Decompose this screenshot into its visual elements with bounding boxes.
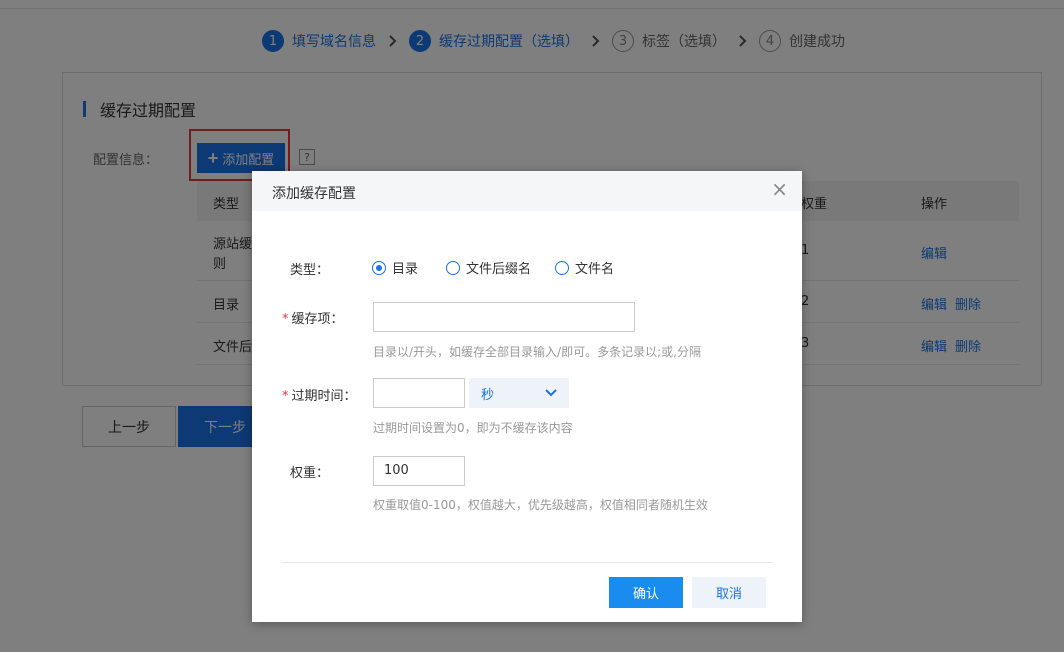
radio-unchecked-icon [555, 260, 569, 275]
expire-time-hint: 过期时间设置为0，即为不缓存该内容 [373, 421, 573, 435]
dialog-header: 添加缓存配置 × [252, 171, 802, 211]
radio-label: 文件名 [575, 262, 615, 277]
close-icon[interactable]: × [771, 179, 788, 199]
dialog-title: 添加缓存配置 [272, 186, 356, 202]
cache-item-input[interactable] [373, 302, 635, 332]
chevron-down-icon [545, 386, 557, 401]
radio-directory[interactable]: 目录 [372, 258, 418, 277]
required-mark: * [282, 389, 289, 404]
weight-input[interactable]: 100 [373, 456, 465, 486]
expire-time-input[interactable] [373, 378, 465, 408]
expire-label-text: 过期时间： [291, 389, 357, 404]
confirm-button[interactable]: 确认 [609, 577, 683, 608]
required-mark: * [282, 312, 289, 327]
radio-label: 目录 [392, 262, 419, 277]
weight-hint: 权重取值0-100，权值越大，优先级越高，权值相同者随机生效 [373, 498, 708, 512]
cache-item-label: * 缓存项： [282, 308, 344, 327]
time-unit-value: 秒 [481, 387, 495, 403]
cache-item-hint: 目录以/开头，如缓存全部目录输入/即可。多条记录以;或,分隔 [373, 345, 701, 359]
radio-label: 文件后缀名 [466, 262, 532, 277]
time-unit-select[interactable]: 秒 [469, 378, 569, 408]
radio-file-name[interactable]: 文件名 [555, 258, 614, 277]
dialog-divider [282, 562, 772, 563]
expire-time-label: * 过期时间： [282, 385, 357, 404]
cancel-button[interactable]: 取消 [692, 577, 766, 608]
radio-unchecked-icon [446, 260, 460, 275]
cache-item-label-text: 缓存项： [291, 312, 344, 327]
type-label: 类型： [290, 263, 330, 278]
add-cache-config-dialog: 添加缓存配置 × 类型： 目录 文件后缀名 文件名 * 缓存项： 目录以/开头，如… [252, 171, 802, 622]
weight-label: 权重： [290, 466, 330, 481]
radio-checked-icon [372, 260, 386, 275]
radio-file-suffix[interactable]: 文件后缀名 [446, 258, 531, 277]
